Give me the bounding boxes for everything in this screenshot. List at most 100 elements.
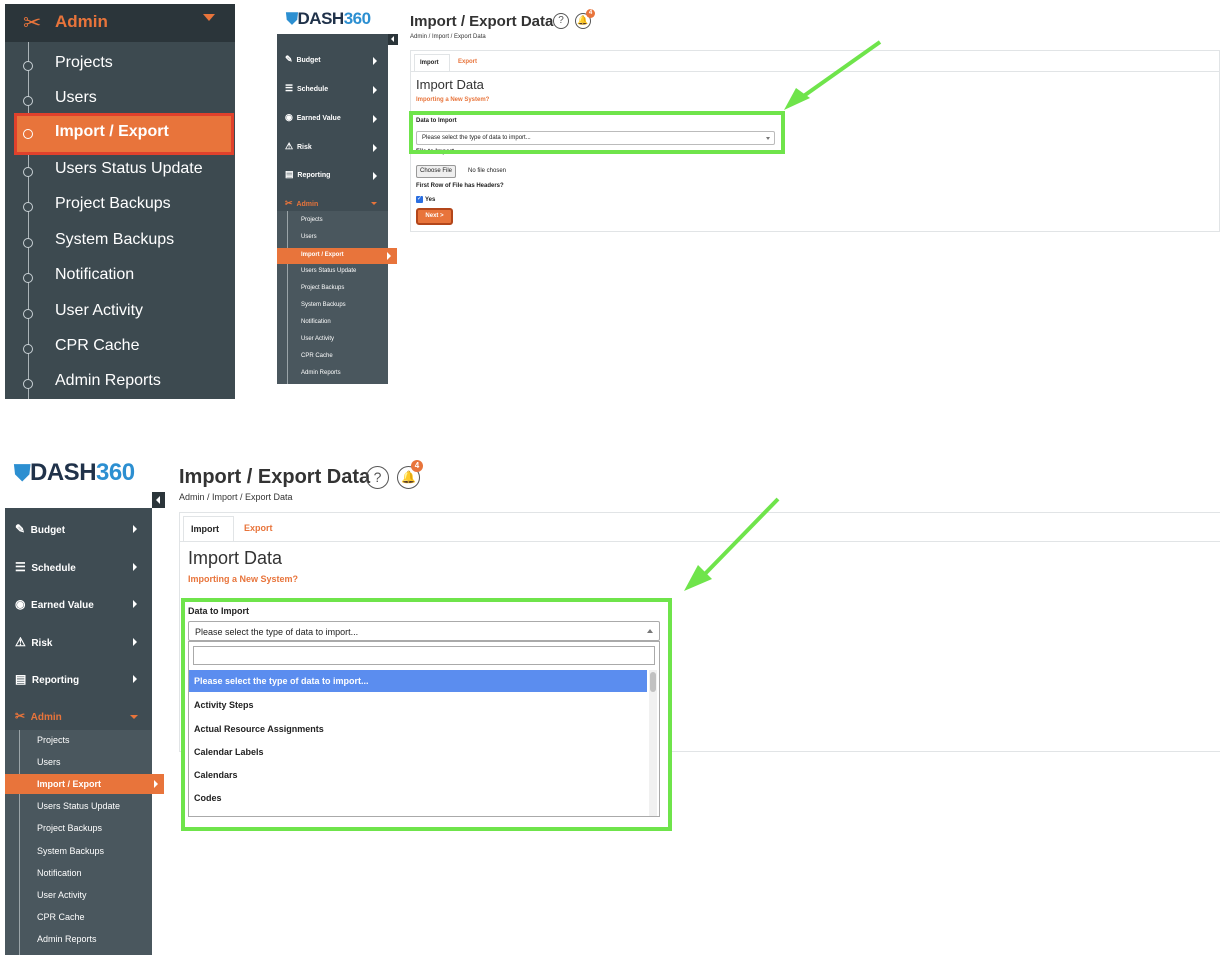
submenu-user-activity[interactable]: User Activity	[301, 336, 334, 342]
nav-risk[interactable]: ⚠ Risk	[285, 141, 312, 152]
next-button[interactable]: Next >	[416, 208, 453, 225]
tab-import[interactable]: Import	[414, 54, 450, 71]
sidebar-item-label: Admin Reports	[55, 372, 161, 389]
nav-admin[interactable]: ✂ Admin	[285, 198, 318, 209]
dropdown-option[interactable]: Activity Steps	[194, 700, 254, 710]
nav-earned-value[interactable]: ◉ Earned Value	[15, 597, 94, 611]
green-arrow-icon	[784, 40, 882, 110]
bottom-sidebar: ✎ Budget ☰ Schedule ◉ Earned Value ⚠ Ris…	[5, 508, 164, 955]
tab-import[interactable]: Import	[183, 516, 234, 541]
submenu-system-backups[interactable]: System Backups	[301, 302, 346, 308]
top-sidebar: ✎ Budget ☰ Schedule ◉ Earned Value ⚠ Ris…	[277, 34, 397, 384]
breadcrumb: Admin / Import / Export Data	[179, 492, 293, 502]
submenu-project-backups[interactable]: Project Backups	[301, 285, 344, 291]
submenu-admin-reports[interactable]: Admin Reports	[301, 370, 341, 376]
sidebar-item-users[interactable]: Users	[5, 82, 235, 117]
submenu-cpr-cache[interactable]: CPR Cache	[301, 353, 333, 359]
submenu-projects[interactable]: Projects	[37, 735, 70, 745]
breadcrumb: Admin / Import / Export Data	[410, 34, 486, 40]
sidebar-item-user-activity[interactable]: User Activity	[5, 295, 235, 330]
logo-mark-icon: ⛊	[286, 11, 298, 28]
sidebar-item-users-status-update[interactable]: Users Status Update	[5, 153, 235, 188]
bullet-icon	[23, 379, 33, 389]
admin-submenu: Projects Users Import / Export Users Sta…	[5, 730, 164, 955]
help-icon[interactable]: ?	[553, 13, 569, 29]
nav-admin[interactable]: ✂ Admin	[15, 709, 62, 723]
bullet-icon	[23, 167, 33, 177]
help-icon[interactable]: ?	[366, 466, 389, 489]
nav-budget[interactable]: ✎ Budget	[15, 522, 65, 536]
nav-earned-value[interactable]: ◉ Earned Value	[285, 112, 341, 123]
tab-export[interactable]: Export	[458, 59, 477, 65]
dropdown-option[interactable]: Actual Resource Assignments	[194, 724, 324, 734]
highlight-box: Data to Import Please select the type of…	[181, 598, 672, 831]
sidebar-item-cpr-cache[interactable]: CPR Cache	[5, 330, 235, 365]
submenu-system-backups[interactable]: System Backups	[37, 846, 104, 856]
highlight-box: Data to Import Please select the type of…	[409, 111, 785, 154]
nav-schedule[interactable]: ☰ Schedule	[15, 560, 76, 574]
submenu-project-backups[interactable]: Project Backups	[37, 823, 102, 833]
bullet-icon	[23, 238, 33, 248]
chevron-down-icon	[371, 202, 377, 205]
nav-budget[interactable]: ✎ Budget	[285, 54, 321, 65]
choose-file-button[interactable]: Choose File	[416, 165, 457, 178]
tools-icon: ✂	[15, 709, 26, 723]
collapse-sidebar-button[interactable]	[152, 492, 165, 508]
submenu-admin-reports[interactable]: Admin Reports	[37, 934, 97, 944]
section-title: Import Data	[188, 548, 283, 568]
scrollbar-thumb[interactable]	[650, 672, 656, 692]
warning-icon: ⚠	[15, 635, 26, 649]
warning-icon: ⚠	[285, 141, 294, 151]
chevron-down-icon	[203, 14, 215, 21]
sidebar-item-label: Import / Export	[55, 123, 169, 140]
dropdown-option[interactable]: Codes	[194, 793, 222, 803]
sidebar-item-label: Users Status Update	[55, 160, 203, 177]
dropdown-search-input[interactable]	[193, 646, 655, 665]
tab-export[interactable]: Export	[244, 523, 273, 533]
admin-menu-header[interactable]: ✂ Admin	[5, 4, 235, 42]
submenu-notification[interactable]: Notification	[37, 868, 82, 878]
bullet-icon	[23, 309, 33, 319]
chevron-down-icon	[130, 715, 138, 719]
dropdown-option[interactable]: Calendar Labels	[194, 747, 264, 757]
nav-schedule[interactable]: ☰ Schedule	[285, 83, 328, 94]
headers-checkbox[interactable]: ✓	[416, 196, 423, 203]
dropdown-scrollbar[interactable]	[649, 670, 657, 816]
nav-reporting[interactable]: ▤ Reporting	[285, 169, 330, 180]
dropdown-option[interactable]: Calendars	[194, 770, 238, 780]
submenu-users-status-update[interactable]: Users Status Update	[37, 801, 120, 811]
nav-risk[interactable]: ⚠ Risk	[15, 635, 52, 649]
collapse-sidebar-button[interactable]	[388, 34, 398, 45]
sidebar-item-import-export[interactable]: Import / Export	[14, 113, 234, 155]
data-type-select[interactable]: Please select the type of data to import…	[416, 131, 775, 145]
sidebar-item-system-backups[interactable]: System Backups	[5, 224, 235, 259]
submenu-users[interactable]: Users	[301, 234, 317, 240]
sidebar-item-project-backups[interactable]: Project Backups	[5, 188, 235, 223]
sidebar-item-label: Project Backups	[55, 195, 171, 212]
sidebar-item-label: Users	[55, 89, 97, 106]
submenu-cpr-cache[interactable]: CPR Cache	[37, 912, 85, 922]
submenu-users[interactable]: Users	[37, 757, 61, 767]
bullet-icon	[23, 129, 33, 139]
report-icon: ▤	[285, 169, 294, 179]
edit-icon: ✎	[15, 522, 26, 536]
submenu-import-export-active[interactable]: Import / Export	[5, 774, 164, 794]
submenu-projects[interactable]: Projects	[301, 217, 323, 223]
data-type-select[interactable]: Please select the type of data to import…	[188, 621, 660, 641]
sidebar-item-admin-reports[interactable]: Admin Reports	[5, 365, 235, 399]
caret-down-icon	[766, 137, 770, 140]
sidebar-item-projects[interactable]: Projects	[5, 47, 235, 82]
submenu-notification[interactable]: Notification	[301, 319, 331, 325]
admin-menu-label: Admin	[55, 12, 108, 31]
importing-new-system-link[interactable]: Importing a New System?	[188, 574, 298, 584]
submenu-import-export-active[interactable]: Import / Export	[277, 248, 397, 264]
nav-reporting[interactable]: ▤ Reporting	[15, 672, 79, 686]
dropdown-option-selected[interactable]: Please select the type of data to import…	[189, 670, 647, 692]
submenu-user-activity[interactable]: User Activity	[37, 890, 87, 900]
zoomed-admin-sidebar: ✂ Admin Projects Users Import / Export U…	[5, 4, 235, 399]
submenu-users-status-update[interactable]: Users Status Update	[301, 268, 356, 274]
sidebar-item-label: System Backups	[55, 231, 175, 248]
importing-new-system-link[interactable]: Importing a New System?	[416, 97, 489, 103]
bullet-icon	[23, 344, 33, 354]
sidebar-item-notification[interactable]: Notification	[5, 259, 235, 294]
